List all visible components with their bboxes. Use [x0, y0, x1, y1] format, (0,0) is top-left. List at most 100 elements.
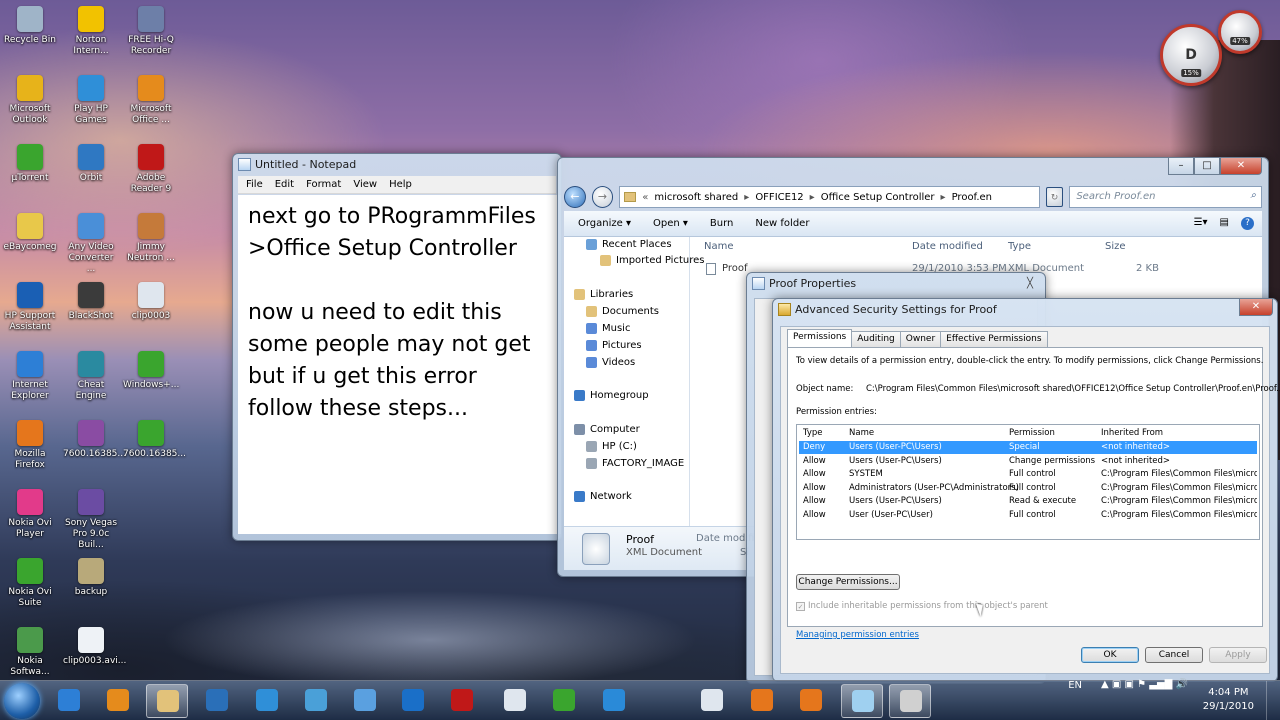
- taskbar-doc2-button[interactable]: [691, 684, 733, 718]
- burn-button[interactable]: Burn: [710, 218, 733, 229]
- header-type[interactable]: Type: [803, 427, 823, 440]
- managing-permissions-link[interactable]: Managing permission entries: [796, 630, 919, 640]
- taskbar-security-button[interactable]: [889, 684, 931, 718]
- taskbar-notepad-button[interactable]: [841, 684, 883, 718]
- header-permission[interactable]: Permission: [1009, 427, 1055, 440]
- search-input[interactable]: Search Proof.en ⌕: [1069, 186, 1262, 208]
- permission-row[interactable]: Deny Users (User-PC\Users) Special <not inh…: [799, 441, 1257, 454]
- nav-item[interactable]: HP (C:): [586, 441, 637, 452]
- desktop-icon[interactable]: eBaycomeg: [2, 211, 58, 275]
- taskbar-app-check-button[interactable]: [196, 684, 238, 718]
- breadcrumb-separator-icon[interactable]: ▸: [941, 192, 946, 203]
- desktop-icon[interactable]: Adobe Reader 9: [123, 142, 179, 206]
- tray-icons[interactable]: ▲ ▣ ▣ ⚑ ▃▅▇ 🔊: [1101, 679, 1188, 690]
- tab-effective-permissions[interactable]: Effective Permissions: [940, 331, 1048, 347]
- forward-button[interactable]: →: [591, 186, 614, 208]
- desktop-icon[interactable]: Sony Vegas Pro 9.0c Buil...: [63, 487, 119, 551]
- permission-row[interactable]: Allow Users (User-PC\Users) Change permiss…: [799, 455, 1257, 468]
- desktop-icon[interactable]: backup: [63, 556, 119, 620]
- nav-item[interactable]: Pictures: [586, 340, 642, 351]
- desktop-icon[interactable]: BlackShot: [63, 280, 119, 344]
- help-icon[interactable]: ?: [1241, 217, 1254, 230]
- advanced-titlebar[interactable]: Advanced Security Settings for Proof ✕: [773, 299, 1277, 321]
- new-folder-button[interactable]: New folder: [755, 218, 809, 229]
- taskbar-game-button[interactable]: [741, 684, 783, 718]
- advanced-security-window[interactable]: Advanced Security Settings for Proof ✕ P…: [772, 298, 1280, 682]
- permission-row[interactable]: Allow Users (User-PC\Users) Read & execute…: [799, 495, 1257, 508]
- desktop-icon[interactable]: µTorrent: [2, 142, 58, 206]
- menu-view[interactable]: View: [348, 179, 382, 190]
- desktop-icon[interactable]: Any Video Converter ...: [63, 211, 119, 275]
- tab-permissions[interactable]: Permissions: [787, 329, 853, 347]
- desktop-icon[interactable]: Internet Explorer: [2, 349, 58, 413]
- taskbar-flash-button[interactable]: [295, 684, 337, 718]
- desktop-icon[interactable]: Mozilla Firefox: [2, 418, 58, 482]
- nav-item[interactable]: Libraries: [574, 289, 633, 300]
- permission-row[interactable]: Allow Administrators (User-PC\Administrat…: [799, 482, 1257, 495]
- column-date-modified[interactable]: Date modified: [912, 241, 983, 252]
- taskbar-doc-button[interactable]: [494, 684, 536, 718]
- menu-help[interactable]: Help: [384, 179, 417, 190]
- desktop-icon[interactable]: FREE Hi-Q Recorder: [123, 4, 179, 68]
- taskbar-download-button[interactable]: [246, 684, 288, 718]
- language-indicator[interactable]: EN: [1068, 679, 1082, 693]
- breadcrumb-overflow[interactable]: «: [642, 192, 648, 203]
- column-size[interactable]: Size: [1105, 241, 1126, 252]
- desktop-icon[interactable]: Windows+...: [123, 349, 179, 413]
- preview-pane-icon[interactable]: ▤: [1220, 217, 1229, 230]
- column-name[interactable]: Name: [704, 241, 734, 252]
- search-icon[interactable]: ⌕: [1250, 190, 1256, 201]
- taskbar-media-button[interactable]: [97, 684, 139, 718]
- nav-item[interactable]: Documents: [586, 306, 659, 317]
- taskbar-ie-button[interactable]: [48, 684, 90, 718]
- nav-item[interactable]: Recent Places: [586, 239, 672, 250]
- taskbar-skype-button[interactable]: [593, 684, 635, 718]
- properties-titlebar[interactable]: Proof Properties ╳: [747, 273, 1045, 295]
- breadcrumb-office12[interactable]: OFFICE12: [755, 192, 803, 203]
- desktop-icon[interactable]: HP Support Assistant: [2, 280, 58, 344]
- notepad-titlebar[interactable]: Untitled - Notepad: [233, 154, 561, 176]
- nav-item[interactable]: FACTORY_IMAGE: [586, 458, 684, 469]
- menu-edit[interactable]: Edit: [270, 179, 299, 190]
- desktop-icon[interactable]: Play HP Games: [63, 73, 119, 137]
- cpu-meter-gadget[interactable]: D 15% 47%: [1160, 10, 1264, 86]
- nav-item[interactable]: Computer: [574, 424, 640, 435]
- cancel-button[interactable]: Cancel: [1145, 647, 1203, 663]
- notepad-text-area[interactable]: next go to PRogrammFiles >Office Setup C…: [238, 195, 561, 534]
- breadcrumb-proof-en[interactable]: Proof.en: [952, 192, 992, 203]
- desktop-icon[interactable]: Nokia Ovi Suite: [2, 556, 58, 620]
- taskbar-firefox-button[interactable]: [790, 684, 832, 718]
- nav-item[interactable]: Music: [586, 323, 630, 334]
- nav-item[interactable]: Videos: [586, 357, 635, 368]
- show-desktop-button[interactable]: [1266, 681, 1280, 720]
- change-permissions-button[interactable]: Change Permissions...: [796, 574, 900, 590]
- minimize-button[interactable]: –: [1168, 158, 1194, 175]
- apply-button[interactable]: Apply: [1209, 647, 1267, 663]
- desktop-icon[interactable]: Nokia Ovi Player: [2, 487, 58, 551]
- taskbar-utorrent-button[interactable]: [543, 684, 585, 718]
- permission-row[interactable]: Allow User (User-PC\User) Full control C:\P…: [799, 509, 1257, 522]
- properties-close-button[interactable]: ╳: [1027, 273, 1033, 295]
- maximize-button[interactable]: □: [1194, 158, 1220, 175]
- taskbar-red-app-button[interactable]: [441, 684, 483, 718]
- taskbar-explorer-button[interactable]: [146, 684, 188, 718]
- breadcrumb-microsoft-shared[interactable]: microsoft shared: [654, 192, 738, 203]
- desktop-icon[interactable]: Orbit: [63, 142, 119, 206]
- breadcrumb-office-setup-controller[interactable]: Office Setup Controller: [821, 192, 935, 203]
- taskbar-hp-button[interactable]: [392, 684, 434, 718]
- desktop-icon[interactable]: Jimmy Neutron ...: [123, 211, 179, 275]
- desktop-icon[interactable]: Microsoft Office ...: [123, 73, 179, 137]
- tab-auditing[interactable]: Auditing: [851, 331, 901, 347]
- header-inherited-from[interactable]: Inherited From: [1101, 427, 1163, 440]
- views-icon[interactable]: ☰▾: [1194, 217, 1208, 230]
- desktop-icon[interactable]: 7600.16385...: [123, 418, 186, 482]
- open-button[interactable]: Open ▾: [653, 218, 688, 229]
- include-inheritable-checkbox[interactable]: ✓ Include inheritable permissions from t…: [796, 601, 1048, 611]
- permission-entries-list[interactable]: Type Name Permission Inherited From Deny…: [796, 424, 1260, 540]
- back-button[interactable]: ←: [564, 186, 586, 208]
- desktop-icon[interactable]: clip0003: [123, 280, 179, 344]
- address-bar[interactable]: « microsoft shared ▸ OFFICE12 ▸ Office S…: [619, 186, 1040, 208]
- system-clock[interactable]: 4:04 PM 29/1/2010: [1203, 686, 1254, 714]
- permission-row[interactable]: Allow SYSTEM Full control C:\Program Files\…: [799, 468, 1257, 481]
- start-button[interactable]: [4, 683, 40, 719]
